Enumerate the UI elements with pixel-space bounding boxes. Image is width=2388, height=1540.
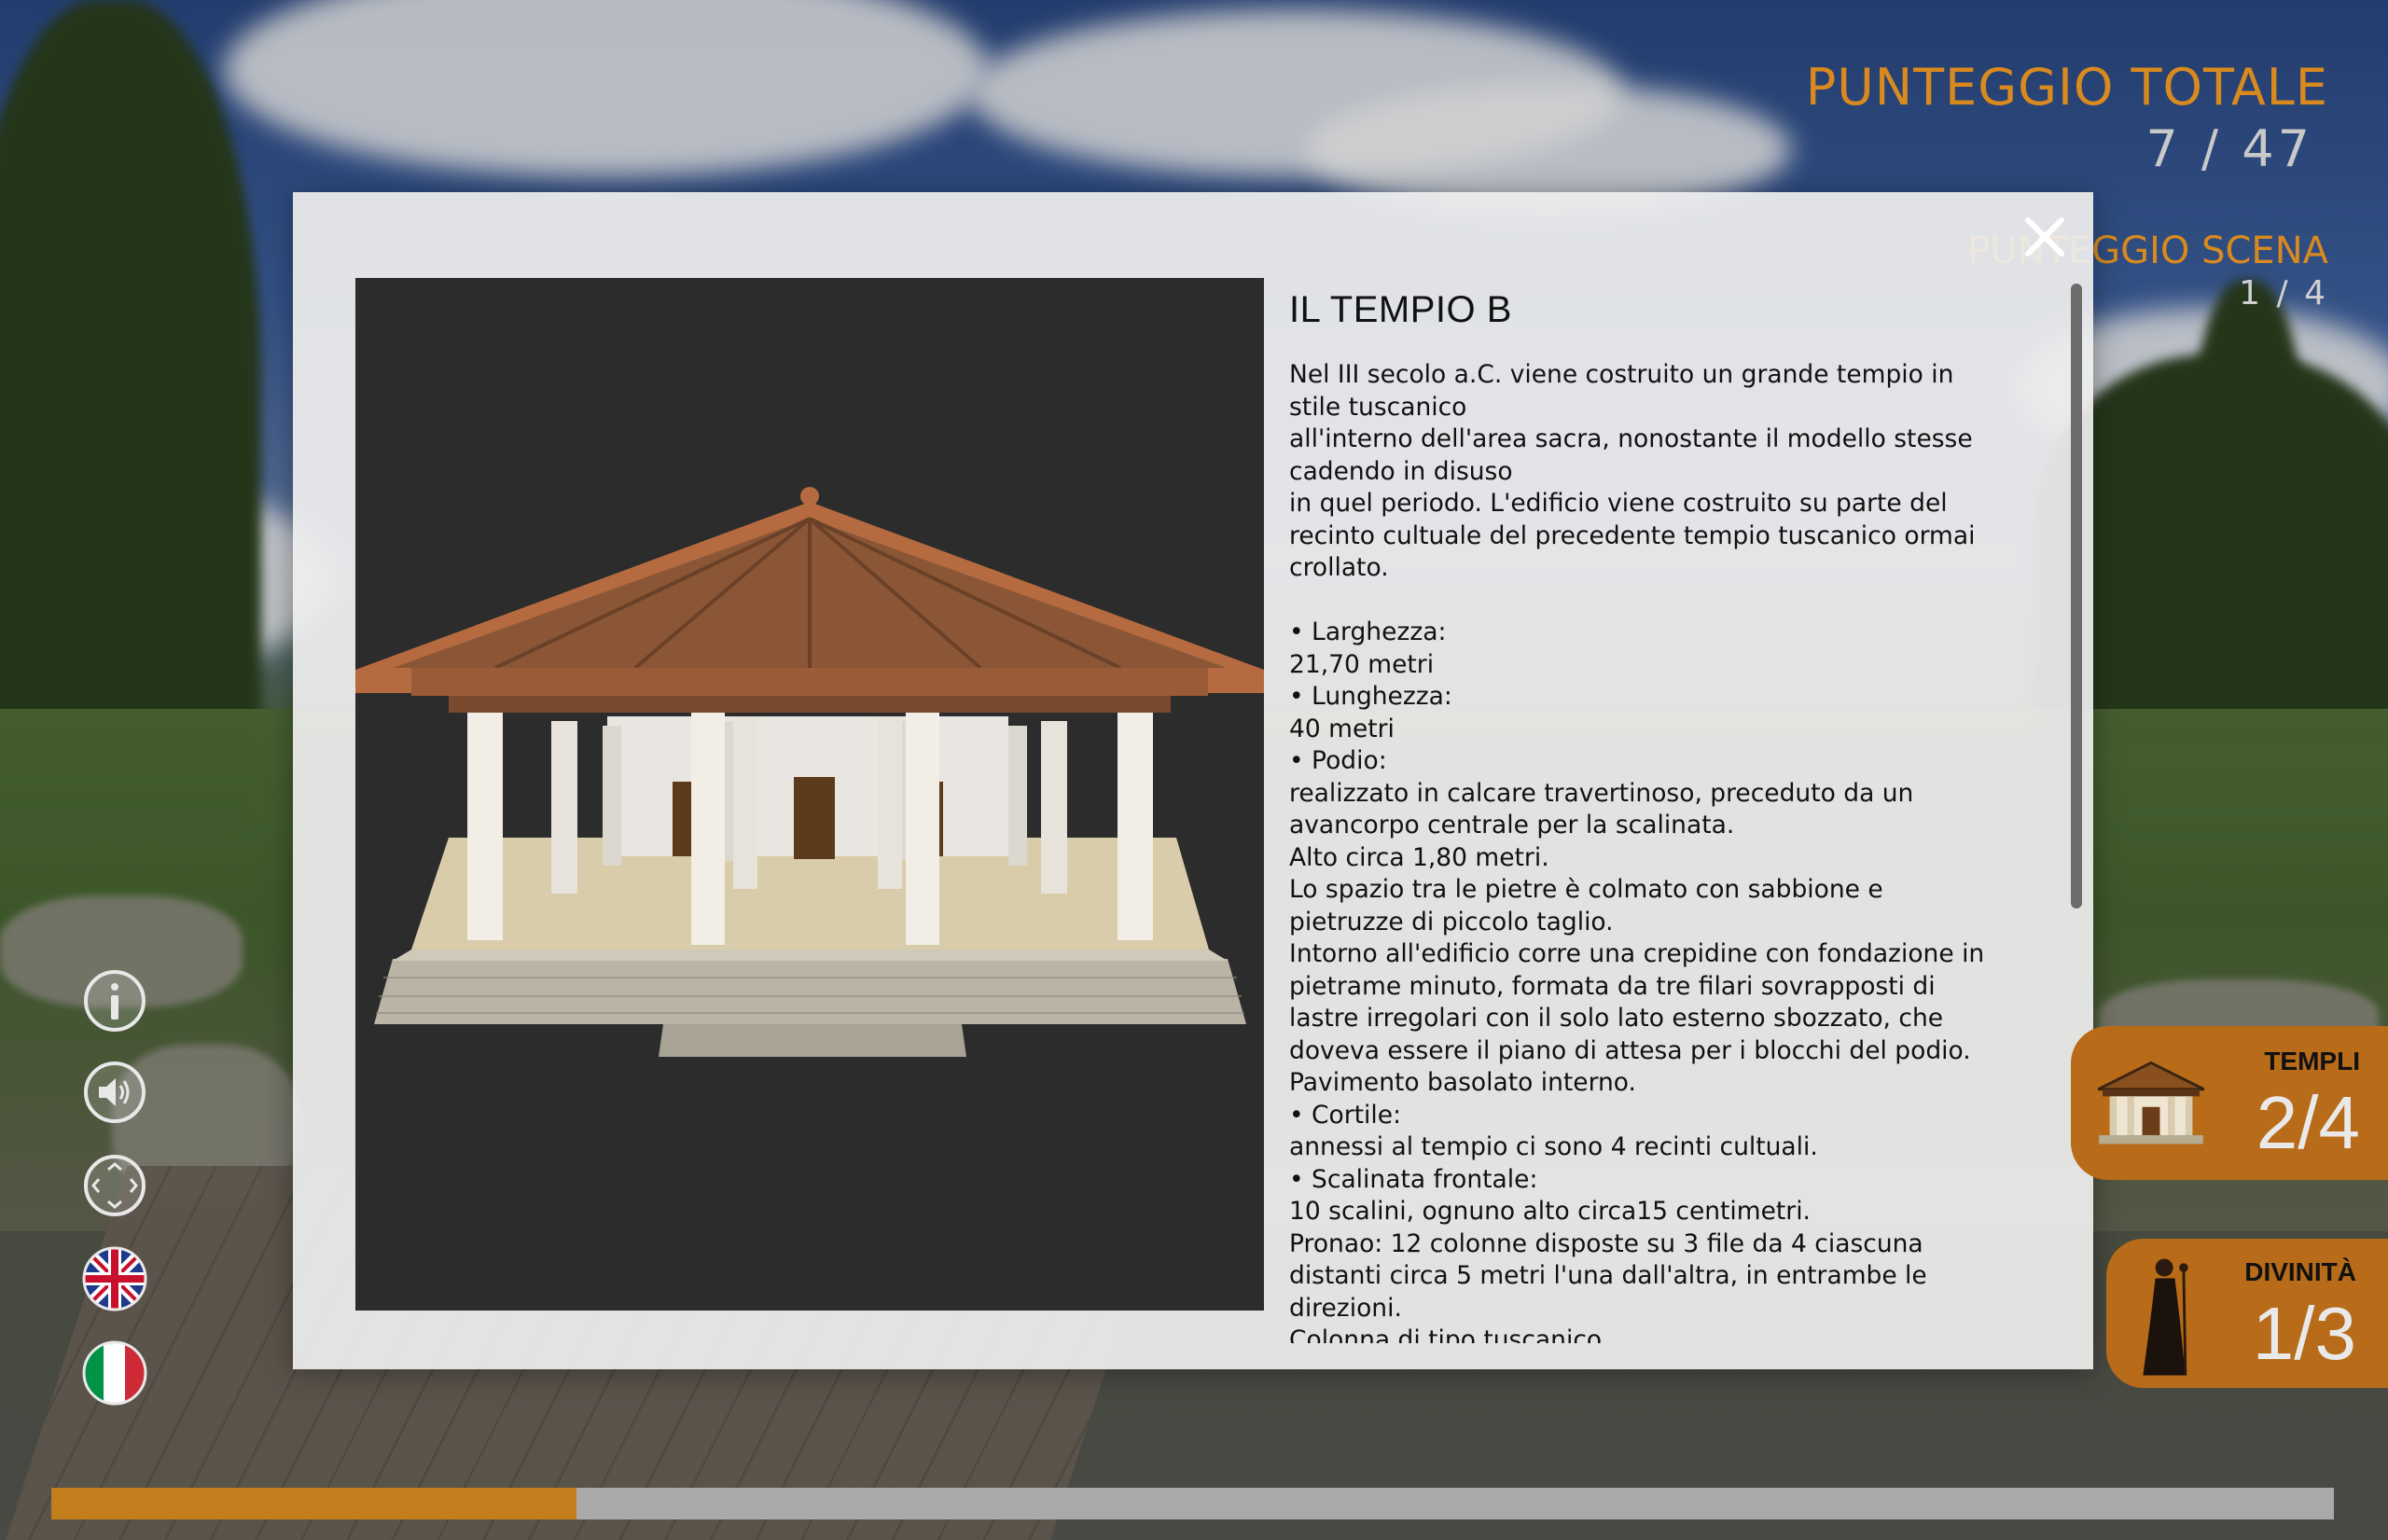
audio-button[interactable] [82,1060,147,1125]
language-english-button[interactable] [82,1246,147,1311]
close-icon [2025,217,2064,257]
front-steps [659,1024,966,1057]
info-icon [84,970,146,1032]
total-score-label: PUNTEGGIO TOTALE [1805,58,2328,117]
entablature [449,696,1171,713]
deity-icon [2143,1258,2188,1376]
navigation-button[interactable] [82,1153,147,1218]
language-italian-button[interactable] [82,1340,147,1406]
acroterion [800,487,819,506]
architrave [411,668,1208,696]
close-button[interactable] [2017,209,2073,265]
divinities-label: DIVINITÀ [2244,1257,2356,1286]
temples-badge[interactable]: TEMPLI 2/4 [2071,1026,2388,1180]
info-modal: IL TEMPIO B Nel III secolo a.C. viene co… [293,192,2093,1369]
scrollbar[interactable] [2071,284,2082,909]
scene-background: PUNTEGGIO TOTALE 7 / 47 PUNTEGGIO SCENA … [0,0,2388,1540]
cella-door [794,777,835,859]
podium-edge [374,959,1246,1024]
info-button[interactable] [82,968,147,1034]
progress-bar [51,1488,2334,1519]
total-score-value: 7 / 47 [2145,119,2313,178]
temple-model [355,487,1264,1057]
audio-icon [84,1061,146,1123]
scene-score-value: 1 / 4 [2239,274,2328,312]
temple-3d-viewer[interactable] [355,278,1264,1311]
description-panel[interactable]: IL TEMPIO B Nel III secolo a.C. viene co… [1289,289,1998,1343]
flag-italy-icon [82,1340,147,1406]
divinities-value: 1/3 [2252,1292,2356,1375]
temple-icon [2097,1061,2205,1145]
modal-title: IL TEMPIO B [1289,289,1512,330]
cella-door-side [673,782,691,856]
temples-label: TEMPLI [2264,1047,2360,1075]
progress-fill [51,1488,576,1519]
podium-top-edge [393,950,1228,961]
move-icon [84,1155,146,1216]
description-text: Nel III secolo a.C. viene costruito un g… [1289,360,1985,1343]
flag-uk-icon [82,1246,147,1311]
temples-value: 2/4 [2256,1081,2360,1164]
divinities-badge[interactable]: DIVINITÀ 1/3 [2106,1239,2388,1388]
